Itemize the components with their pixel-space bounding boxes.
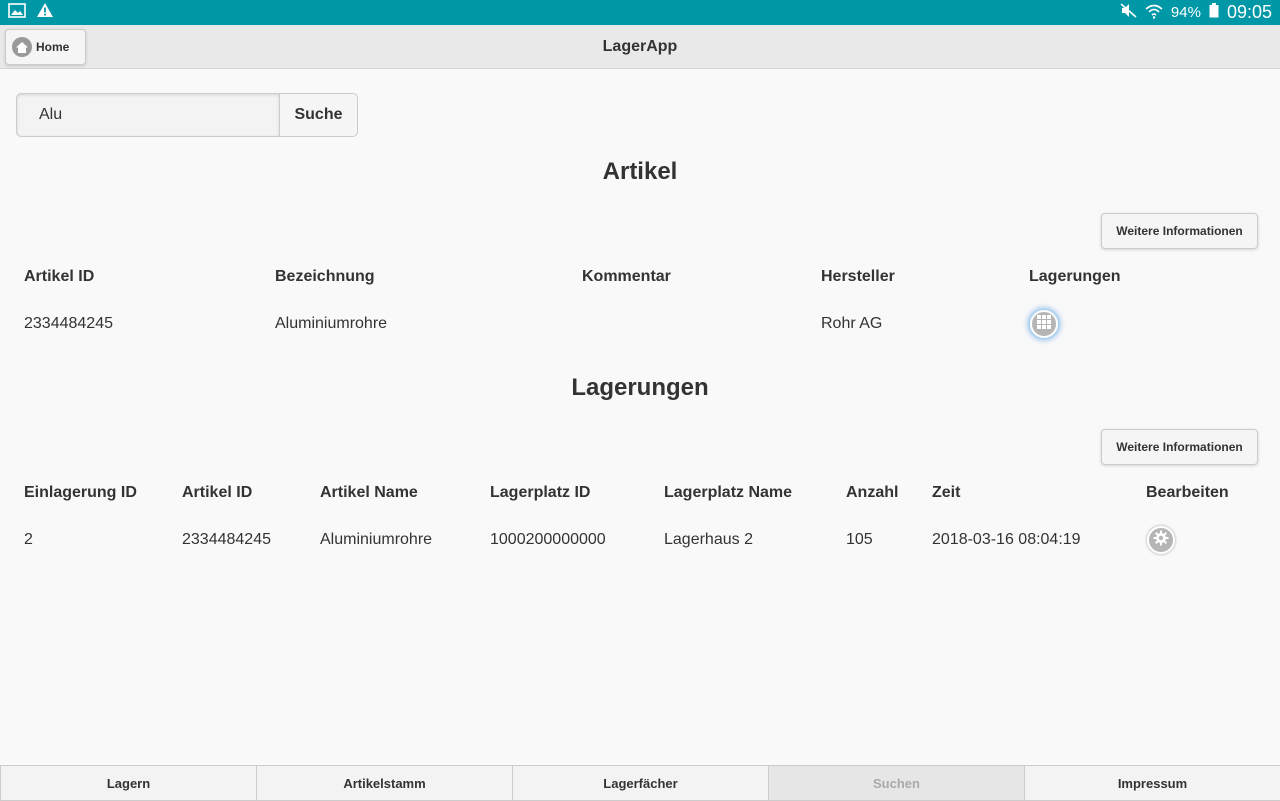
page-title: LagerApp bbox=[602, 37, 678, 55]
home-button[interactable]: Home bbox=[5, 29, 86, 65]
nav-item-impressum[interactable]: Impressum bbox=[1024, 766, 1280, 801]
home-button-label: Home bbox=[36, 40, 70, 54]
artikel-section-title: Artikel bbox=[602, 158, 678, 185]
clock: 09:05 bbox=[1226, 2, 1272, 22]
col-header-einlagerung-id: Einlagerung ID bbox=[24, 484, 137, 501]
status-bar: 94% 09:05 bbox=[0, 0, 1280, 25]
col-header-anzahl: Anzahl bbox=[846, 484, 899, 501]
nav-item-suchen[interactable]: Suchen bbox=[768, 766, 1024, 801]
cell-bezeichnung: Aluminiumrohre bbox=[275, 315, 388, 332]
col-header-zeit: Zeit bbox=[932, 484, 961, 501]
search-button[interactable]: Suche bbox=[279, 93, 358, 137]
bottom-navigation: Lagern Artikelstamm Lagerfächer Suchen I… bbox=[0, 765, 1280, 801]
app-header: Home LagerApp bbox=[0, 25, 1280, 69]
cell-artikel-id: 2334484245 bbox=[24, 315, 113, 332]
grid-icon bbox=[1036, 314, 1052, 335]
nav-item-artikelstamm[interactable]: Artikelstamm bbox=[256, 766, 512, 801]
col-header-artikel-id: Artikel ID bbox=[24, 268, 95, 285]
wifi-icon bbox=[1145, 3, 1163, 23]
battery-level: 94% bbox=[1170, 4, 1201, 21]
col-header-lagerungen: Lagerungen bbox=[1029, 268, 1121, 285]
lagerungen-info-button[interactable]: Weitere Informationen bbox=[1101, 429, 1258, 465]
col-header-bezeichnung: Bezeichnung bbox=[275, 268, 375, 285]
gear-icon bbox=[1153, 530, 1169, 551]
cell-zeit: 2018-03-16 08:04:19 bbox=[932, 531, 1081, 548]
col-header-artikel-name: Artikel Name bbox=[320, 484, 418, 501]
cell-hersteller: Rohr AG bbox=[821, 315, 883, 332]
edit-button[interactable] bbox=[1147, 526, 1175, 554]
lagerungen-section-title: Lagerungen bbox=[571, 374, 709, 401]
cell-anzahl: 105 bbox=[846, 531, 873, 548]
nav-item-lagern[interactable]: Lagern bbox=[0, 766, 256, 801]
lagerungen-grid-button[interactable] bbox=[1030, 310, 1058, 338]
cell-artikel-id: 2334484245 bbox=[182, 531, 271, 548]
col-header-lagerplatz-id: Lagerplatz ID bbox=[490, 484, 591, 501]
warning-icon bbox=[36, 2, 54, 23]
col-header-hersteller: Hersteller bbox=[821, 268, 895, 285]
col-header-artikel-id: Artikel ID bbox=[182, 484, 253, 501]
mute-icon bbox=[1120, 3, 1137, 22]
cell-einlagerung-id: 2 bbox=[24, 531, 33, 548]
cell-artikel-name: Aluminiumrohre bbox=[320, 531, 433, 548]
col-header-kommentar: Kommentar bbox=[582, 268, 671, 285]
nav-item-lagerfaecher[interactable]: Lagerfächer bbox=[512, 766, 768, 801]
col-header-lagerplatz-name: Lagerplatz Name bbox=[664, 484, 793, 501]
artikel-info-button[interactable]: Weitere Informationen bbox=[1101, 213, 1258, 249]
search-input[interactable] bbox=[16, 93, 279, 137]
cell-lagerplatz-name: Lagerhaus 2 bbox=[664, 531, 753, 548]
col-header-bearbeiten: Bearbeiten bbox=[1146, 484, 1229, 501]
home-icon bbox=[12, 37, 32, 57]
gallery-icon bbox=[8, 2, 26, 23]
search-bar: Suche bbox=[16, 93, 358, 137]
battery-icon bbox=[1209, 3, 1219, 22]
cell-lagerplatz-id: 1000200000000 bbox=[490, 531, 606, 548]
